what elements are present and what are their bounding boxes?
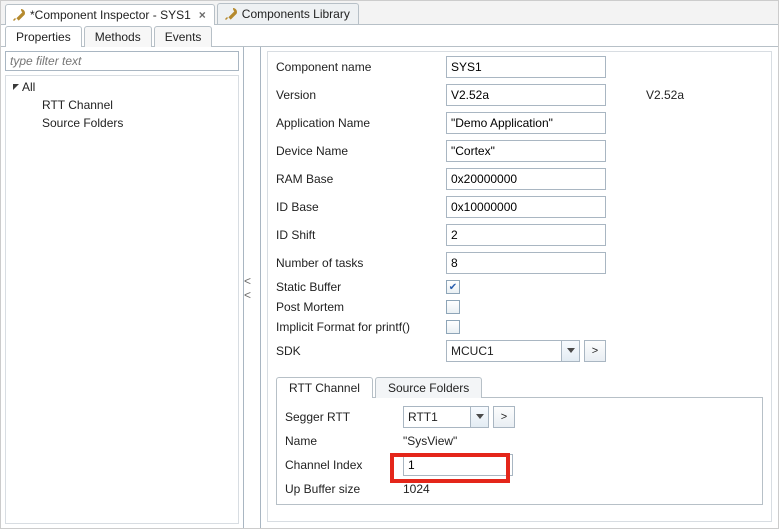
label-channel-index: Channel Index	[285, 458, 395, 472]
input-id-shift[interactable]	[446, 224, 606, 246]
tab-label: Components Library	[242, 7, 350, 21]
right-pane: Component name Version V2.52a Applicatio…	[261, 47, 778, 528]
tree-label: RTT Channel	[42, 98, 113, 112]
editor-tab-bar: *Component Inspector - SYS1 × Components…	[1, 1, 778, 25]
label-id-shift: ID Shift	[276, 228, 436, 242]
label-post-mortem: Post Mortem	[276, 300, 436, 314]
tree-item-rtt-channel[interactable]: RTT Channel	[6, 96, 238, 114]
tab-component-inspector[interactable]: *Component Inspector - SYS1 ×	[5, 4, 215, 25]
tree-label: Source Folders	[42, 116, 123, 130]
value-up-buffer-size: 1024	[403, 482, 754, 496]
combo-segger-rtt[interactable]: RTT1	[403, 406, 489, 428]
input-channel-index[interactable]	[403, 454, 513, 476]
inner-tab-bar: Properties Methods Events	[1, 25, 778, 47]
wrench-icon	[12, 8, 26, 22]
label-static-buffer: Static Buffer	[276, 280, 436, 294]
chevron-down-icon[interactable]	[561, 341, 579, 361]
sdk-details-button[interactable]: >	[584, 340, 606, 362]
sub-tab-rtt-channel[interactable]: RTT Channel	[276, 377, 373, 398]
label-device-name: Device Name	[276, 144, 436, 158]
splitter-label: < <	[244, 274, 260, 302]
segger-rtt-details-button[interactable]: >	[493, 406, 515, 428]
version-note: V2.52a	[616, 88, 763, 102]
checkbox-static-buffer[interactable]: ✔	[446, 280, 460, 294]
main-area: All RTT Channel Source Folders < < Compo…	[1, 47, 778, 528]
sub-tab-source-folders[interactable]: Source Folders	[375, 377, 482, 398]
label-implicit-format: Implicit Format for printf()	[276, 320, 436, 334]
checkbox-implicit-format[interactable]	[446, 320, 460, 334]
tab-methods[interactable]: Methods	[84, 26, 152, 47]
label-ram-base: RAM Base	[276, 172, 436, 186]
tab-events[interactable]: Events	[154, 26, 213, 47]
input-component-name[interactable]	[446, 56, 606, 78]
tree-label: All	[22, 80, 35, 94]
combo-value: RTT1	[408, 410, 438, 424]
properties-panel[interactable]: Component name Version V2.52a Applicatio…	[267, 51, 772, 522]
wrench-icon	[224, 7, 238, 21]
tab-components-library[interactable]: Components Library	[217, 3, 359, 24]
close-icon[interactable]: ×	[199, 8, 206, 22]
input-application-name[interactable]	[446, 112, 606, 134]
sub-tab-bar: RTT Channel Source Folders	[276, 376, 763, 398]
sub-tabs: RTT Channel Source Folders Segger RTT RT…	[276, 376, 763, 505]
label-segger-rtt: Segger RTT	[285, 410, 395, 424]
tree-item-source-folders[interactable]: Source Folders	[6, 114, 238, 132]
checkbox-post-mortem[interactable]	[446, 300, 460, 314]
chevron-down-icon[interactable]	[470, 407, 488, 427]
tab-properties[interactable]: Properties	[5, 26, 82, 47]
filter-input[interactable]	[5, 51, 239, 71]
label-rtt-name: Name	[285, 434, 395, 448]
properties-form: Component name Version V2.52a Applicatio…	[276, 56, 763, 362]
combo-sdk[interactable]: MCUC1	[446, 340, 580, 362]
label-id-base: ID Base	[276, 200, 436, 214]
property-tree[interactable]: All RTT Channel Source Folders	[5, 75, 239, 524]
input-id-base[interactable]	[446, 196, 606, 218]
input-device-name[interactable]	[446, 140, 606, 162]
label-component-name: Component name	[276, 60, 436, 74]
label-sdk: SDK	[276, 344, 436, 358]
label-application-name: Application Name	[276, 116, 436, 130]
splitter-handle[interactable]: < <	[243, 47, 261, 528]
collapse-icon[interactable]	[10, 83, 22, 92]
label-version: Version	[276, 88, 436, 102]
input-ram-base[interactable]	[446, 168, 606, 190]
tree-item-all[interactable]: All	[6, 78, 238, 96]
combo-value: MCUC1	[451, 344, 494, 358]
input-number-of-tasks[interactable]	[446, 252, 606, 274]
left-pane: All RTT Channel Source Folders	[1, 47, 243, 528]
label-number-of-tasks: Number of tasks	[276, 256, 436, 270]
input-version[interactable]	[446, 84, 606, 106]
rtt-channel-panel: Segger RTT RTT1 > Name "SysView"	[276, 398, 763, 505]
label-up-buffer-size: Up Buffer size	[285, 482, 395, 496]
tab-label: *Component Inspector - SYS1	[30, 8, 191, 22]
value-rtt-name: "SysView"	[403, 434, 754, 448]
